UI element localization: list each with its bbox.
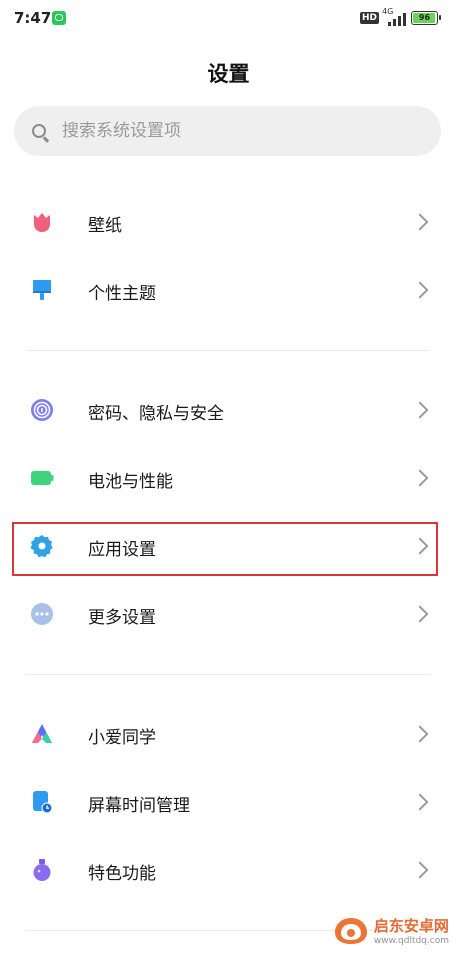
- settings-item-label: 密码、隐私与安全: [88, 404, 224, 424]
- settings-item-screen-time[interactable]: 屏幕时间管理: [14, 772, 444, 832]
- chevron-right-icon: [411, 281, 429, 299]
- chevron-right-icon: [411, 401, 429, 419]
- watermark-title: 启东安卓网: [373, 917, 449, 935]
- settings-item-label: 屏幕时间管理: [88, 796, 190, 816]
- watermark: 启东安卓网 www.qdltdq.com: [332, 915, 449, 946]
- settings-item-xiaoai[interactable]: 小爱同学: [14, 704, 444, 764]
- brush-icon: [33, 280, 51, 300]
- settings-item-features[interactable]: 特色功能: [14, 840, 444, 900]
- section-divider: [26, 350, 430, 351]
- screen-time-icon: [33, 791, 53, 814]
- watermark-url: www.qdltdq.com: [373, 936, 449, 946]
- status-bar: 7:47 HD 4G 96: [0, 0, 457, 38]
- search-input[interactable]: [62, 106, 422, 156]
- more-dots-icon: [31, 603, 53, 625]
- hd-badge: HD: [360, 12, 380, 24]
- chevron-right-icon: [411, 861, 429, 879]
- settings-item-label: 壁纸: [88, 216, 122, 236]
- settings-item-label: 小爱同学: [88, 728, 156, 748]
- status-time: 7:47: [14, 9, 52, 27]
- chevron-right-icon: [411, 469, 429, 487]
- settings-item-wallpaper[interactable]: 壁纸: [14, 192, 444, 252]
- settings-item-label: 更多设置: [88, 608, 156, 628]
- xiaoai-icon: [32, 724, 52, 743]
- section-divider: [26, 674, 430, 675]
- settings-item-label: 个性主题: [88, 284, 156, 304]
- highlight-box: [12, 522, 438, 576]
- settings-item-battery[interactable]: 电池与性能: [14, 448, 444, 508]
- flask-icon: [33, 859, 51, 881]
- signal-icon: [386, 12, 408, 26]
- fingerprint-icon: [31, 399, 53, 421]
- settings-item-label: 特色功能: [88, 864, 156, 884]
- battery-icon: [31, 471, 54, 485]
- tulip-icon: [34, 213, 50, 232]
- settings-item-privacy[interactable]: 密码、隐私与安全: [14, 380, 444, 440]
- chevron-right-icon: [411, 605, 429, 623]
- battery-level: 96: [418, 13, 431, 22]
- chevron-right-icon: [411, 213, 429, 231]
- settings-item-more[interactable]: 更多设置: [14, 584, 444, 644]
- page-title: 设置: [207, 62, 250, 86]
- watermark-logo-icon: [334, 917, 367, 944]
- chevron-right-icon: [411, 793, 429, 811]
- settings-item-theme[interactable]: 个性主题: [14, 260, 444, 320]
- search-bar[interactable]: [14, 106, 441, 156]
- message-notification-icon: [52, 11, 66, 25]
- settings-item-label: 电池与性能: [88, 472, 173, 492]
- chevron-right-icon: [411, 725, 429, 743]
- search-icon: [32, 124, 46, 138]
- battery-status-icon: 96: [411, 11, 441, 25]
